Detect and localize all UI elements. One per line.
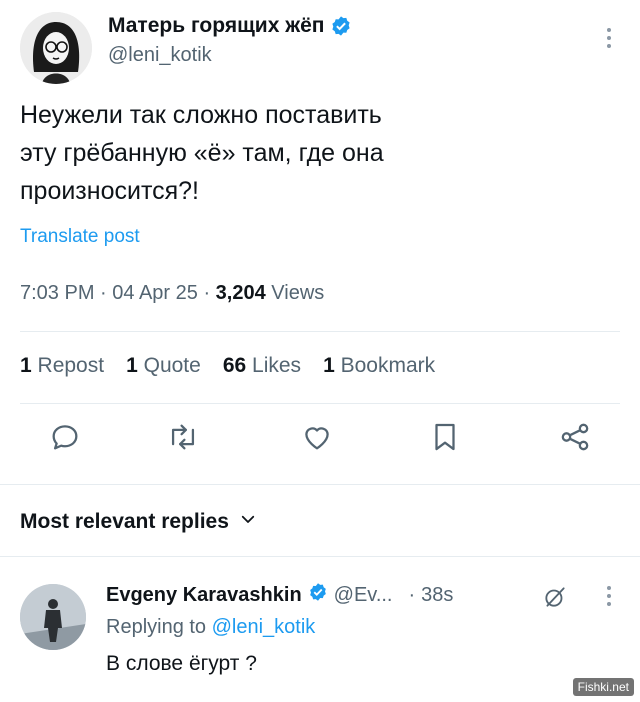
verified-badge-icon <box>308 582 328 608</box>
chevron-down-icon <box>239 510 257 534</box>
action-bar <box>0 420 640 468</box>
watermark: Fishki.net <box>572 678 634 696</box>
divider <box>20 331 620 332</box>
reply-author-name[interactable]: Evgeny Karavashkin <box>106 584 302 607</box>
translate-post-link[interactable]: Translate post <box>20 226 140 248</box>
views-label: Views <box>271 282 325 304</box>
reply-icon[interactable] <box>48 420 88 460</box>
divider <box>20 403 620 404</box>
share-icon[interactable] <box>558 420 598 460</box>
tweet-text: Неужели так сложно поставить эту грёбанн… <box>20 96 580 210</box>
reply-author-handle[interactable]: @Ev... <box>334 584 393 607</box>
replies-sort-dropdown[interactable]: Most relevant replies <box>20 510 257 534</box>
repost-icon[interactable] <box>166 420 206 460</box>
bookmarks-stat[interactable]: 1 Bookmark <box>323 354 435 378</box>
grok-icon[interactable] <box>542 584 568 610</box>
like-icon[interactable] <box>300 420 340 460</box>
reply-item: Evgeny Karavashkin @Ev... · 38s Replying… <box>0 570 640 702</box>
tweet-text-line: эту грёбанную «ё» там, где она <box>20 139 384 167</box>
reply-avatar[interactable] <box>20 584 86 650</box>
reply-text: В слове ёгурт ? <box>106 652 257 675</box>
tweet-meta: 7:03 PM · 04 Apr 25 · 3,204 Views <box>20 282 325 304</box>
tweet-text-line: Неужели так сложно поставить <box>20 101 382 129</box>
quotes-stat[interactable]: 1 Quote <box>126 354 201 378</box>
views-count: 3,204 <box>215 282 266 304</box>
reposts-stat[interactable]: 1 Repost <box>20 354 104 378</box>
replying-to-handle[interactable]: @leni_kotik <box>212 616 316 638</box>
tweet-text-line: произносится?! <box>20 177 200 205</box>
bookmark-icon[interactable] <box>428 420 468 460</box>
verified-badge-icon <box>330 15 352 37</box>
author-avatar[interactable] <box>20 12 92 84</box>
reply-more-options-icon[interactable] <box>606 586 612 608</box>
reply-time[interactable]: 38s <box>421 584 453 607</box>
divider <box>0 484 640 485</box>
reply-header: Evgeny Karavashkin @Ev... · 38s <box>106 582 453 608</box>
reply-time-separator: · <box>408 583 416 606</box>
engagement-stats: 1 Repost 1 Quote 66 Likes 1 Bookmark <box>20 354 435 378</box>
replies-sort-label: Most relevant replies <box>20 510 229 533</box>
likes-stat[interactable]: 66 Likes <box>223 354 301 378</box>
author-handle[interactable]: @leni_kotik <box>108 44 352 67</box>
author-block: Матерь горящих жёп @leni_kotik <box>108 14 352 67</box>
replying-to: Replying to @leni_kotik <box>106 616 316 638</box>
divider <box>0 556 640 557</box>
tweet-time[interactable]: 7:03 PM <box>20 282 94 304</box>
tweet-date[interactable]: 04 Apr 25 <box>112 282 198 304</box>
more-options-icon[interactable] <box>606 28 612 50</box>
author-name[interactable]: Матерь горящих жёп <box>108 14 324 38</box>
